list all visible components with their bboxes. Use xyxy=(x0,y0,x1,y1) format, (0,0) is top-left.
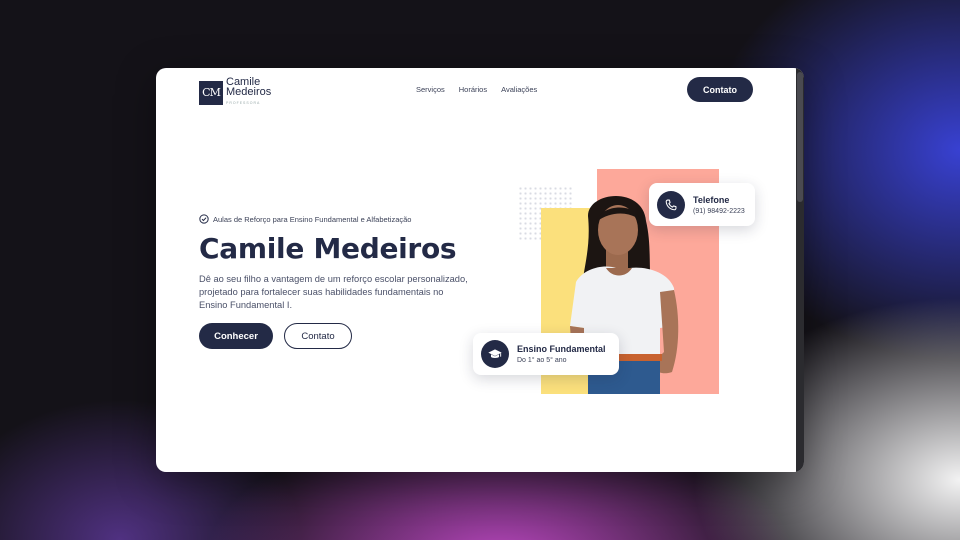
logo-subtitle: PROFESSORA xyxy=(226,101,261,105)
nav-link-horarios[interactable]: Horários xyxy=(459,85,487,94)
logo-mark: CM xyxy=(199,80,223,105)
tagline-text: Aulas de Reforço para Ensino Fundamental… xyxy=(213,214,412,224)
phone-card-text: Telefone (91) 98492-2223 xyxy=(693,195,745,215)
conhecer-button[interactable]: Conhecer xyxy=(199,323,273,349)
hero-description: Dê ao seu filho a vantagem de um reforço… xyxy=(199,274,468,310)
navbar: CM Camile Medeiros PROFESSORA Serviços H… xyxy=(156,68,796,112)
phone-icon-glyph xyxy=(665,199,677,210)
hero-buttons: Conhecer Contato xyxy=(199,323,489,349)
scrollbar-thumb[interactable] xyxy=(797,72,803,202)
browser-window: CM Camile Medeiros PROFESSORA Serviços H… xyxy=(156,68,804,472)
phone-card: Telefone (91) 98492-2223 xyxy=(649,183,755,226)
graduation-cap-icon xyxy=(481,340,509,368)
education-card-text: Ensino Fundamental Do 1° ao 5° ano xyxy=(517,344,606,364)
contato-button[interactable]: Contato xyxy=(284,323,352,349)
hero-text: Aulas de Reforço para Ensino Fundamental… xyxy=(199,214,489,349)
check-circle-icon xyxy=(199,214,209,224)
logo-name-line2: Medeiros xyxy=(226,86,272,98)
logo[interactable]: CM Camile Medeiros PROFESSORA xyxy=(199,77,271,108)
nav-links: Serviços Horários Avaliações xyxy=(416,85,537,94)
education-card-title: Ensino Fundamental xyxy=(517,344,606,354)
education-card: Ensino Fundamental Do 1° ao 5° ano xyxy=(473,333,619,375)
tagline: Aulas de Reforço para Ensino Fundamental… xyxy=(199,214,489,224)
phone-card-title: Telefone xyxy=(693,194,730,205)
phone-number[interactable]: (91) 98492-2223 xyxy=(693,208,745,215)
graduation-cap-icon-glyph xyxy=(488,349,502,358)
education-card-subtitle: Do 1° ao 5° ano xyxy=(517,357,567,364)
scrollbar[interactable] xyxy=(796,68,804,472)
nav-link-avaliacoes[interactable]: Avaliações xyxy=(501,85,537,94)
nav-contact-button[interactable]: Contato xyxy=(687,77,753,102)
nav-link-servicos[interactable]: Serviços xyxy=(416,85,445,94)
page-title: Camile Medeiros xyxy=(199,232,457,265)
logo-text: Camile Medeiros PROFESSORA xyxy=(226,77,271,108)
phone-icon xyxy=(657,190,685,219)
